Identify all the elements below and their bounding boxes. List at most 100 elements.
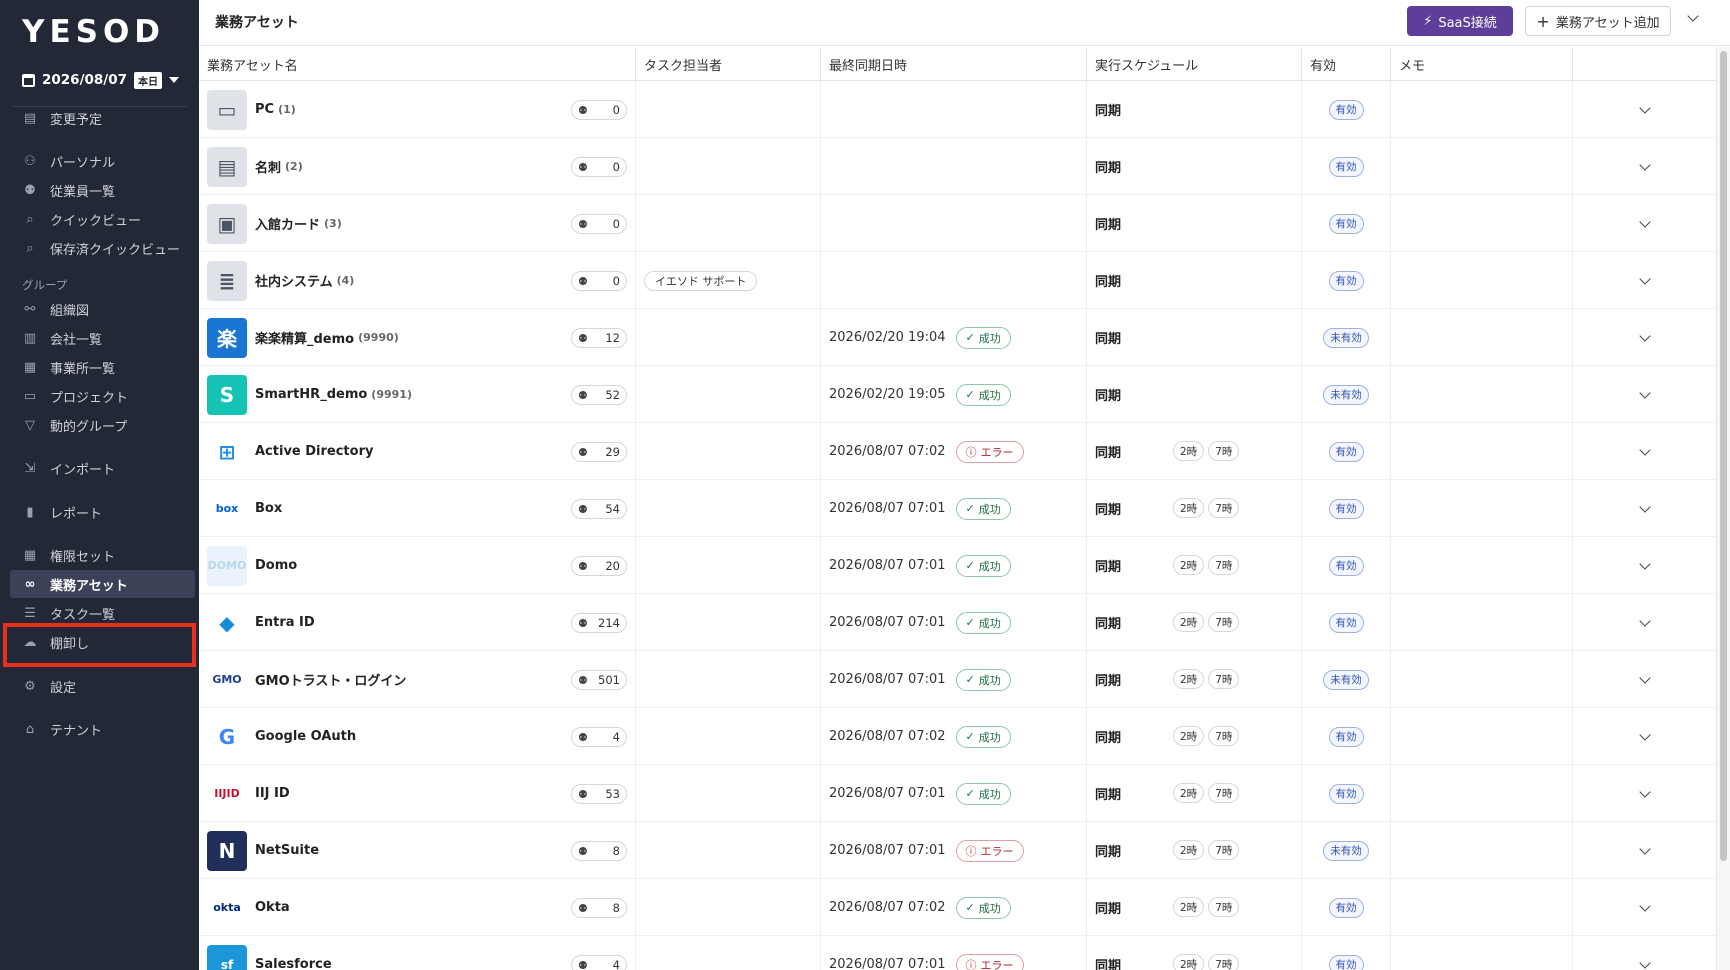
sidebar-item-5[interactable]: ⚯ 組織図 bbox=[10, 295, 195, 323]
assignee-badge[interactable]: イエソド サポート bbox=[644, 270, 758, 291]
table-row[interactable]: GMO GMOトラスト・ログイン ⚉ 501 2026/08/07 07:01 ✓ 成功 同期… bbox=[199, 651, 1716, 708]
asset-name[interactable]: IIJ ID bbox=[255, 786, 290, 801]
sync-status-badge[interactable]: ✓ 成功 bbox=[955, 668, 1011, 691]
sidebar-item-13[interactable]: ∞ 業務アセット bbox=[10, 570, 195, 598]
table-row[interactable]: ⊞ Active Directory ⚉ 29 2026/08/07 07:02 ⓘ エラー… bbox=[199, 423, 1716, 480]
sidebar-item-7[interactable]: ▦ 事業所一覧 bbox=[10, 353, 195, 381]
chevron-down-icon[interactable] bbox=[1638, 443, 1651, 456]
asset-name[interactable]: PC bbox=[255, 102, 274, 117]
asset-name[interactable]: 入館カード bbox=[255, 214, 320, 233]
asset-name[interactable]: Entra ID bbox=[255, 615, 315, 630]
sync-status-badge[interactable]: ✓ 成功 bbox=[955, 326, 1011, 349]
sync-status-badge[interactable]: ✓ 成功 bbox=[955, 782, 1011, 805]
table-row[interactable]: box Box ⚉ 54 2026/08/07 07:01 ✓ 成功 同期 2時 7時 有効 bbox=[199, 480, 1716, 537]
chevron-down-icon[interactable] bbox=[1638, 329, 1651, 342]
column-header[interactable]: タスク担当者 bbox=[635, 47, 820, 81]
memo-cell[interactable] bbox=[1390, 252, 1572, 309]
sidebar-item-3[interactable]: ⌕ クイックビュー bbox=[10, 205, 195, 233]
chevron-down-icon[interactable] bbox=[1638, 899, 1651, 912]
column-header[interactable]: 有効 bbox=[1301, 47, 1390, 81]
column-header[interactable]: 最終同期日時 bbox=[820, 47, 1086, 81]
sidebar-item-8[interactable]: ▭ プロジェクト bbox=[10, 382, 195, 410]
chevron-down-icon[interactable] bbox=[1638, 557, 1651, 570]
table-row[interactable]: G Google OAuth ⚉ 4 2026/08/07 07:02 ✓ 成功 同期 2時 7時… bbox=[199, 708, 1716, 765]
memo-cell[interactable] bbox=[1390, 537, 1572, 594]
scrollbar-thumb[interactable] bbox=[1720, 51, 1727, 861]
column-header[interactable]: 業務アセット名 bbox=[199, 47, 635, 81]
date-selector[interactable]: 2026/08/07 本日 bbox=[22, 68, 180, 92]
table-row[interactable]: DOMO Domo ⚉ 20 2026/08/07 07:01 ✓ 成功 同期 2時 7時 有効 bbox=[199, 537, 1716, 594]
sidebar-item-2[interactable]: ⚉ 従業員一覧 bbox=[10, 176, 195, 204]
user-count-badge[interactable]: ⚉ 0 bbox=[571, 271, 627, 291]
table-row[interactable]: ▣ 入館カード (3) ⚉ 0 同期 有効 bbox=[199, 195, 1716, 252]
sidebar-item-17[interactable]: ⌂ テナント bbox=[10, 715, 195, 743]
memo-cell[interactable] bbox=[1390, 879, 1572, 936]
sync-status-badge[interactable]: ✓ 成功 bbox=[955, 725, 1011, 748]
sync-status-badge[interactable]: ✓ 成功 bbox=[955, 554, 1011, 577]
sidebar-item-4[interactable]: ⌕ 保存済クイックビュー bbox=[10, 234, 195, 262]
chevron-down-icon[interactable] bbox=[1638, 386, 1651, 399]
user-count-badge[interactable]: ⚉ 8 bbox=[571, 898, 627, 918]
add-asset-button[interactable]: + 業務アセット追加 bbox=[1525, 6, 1671, 36]
expand-cell[interactable] bbox=[1572, 195, 1716, 252]
chevron-down-icon[interactable] bbox=[1638, 842, 1651, 855]
sync-status-badge[interactable]: ✓ 成功 bbox=[955, 497, 1011, 520]
expand-cell[interactable] bbox=[1572, 138, 1716, 195]
table-row[interactable]: ▤ 名刺 (2) ⚉ 0 同期 有効 bbox=[199, 138, 1716, 195]
memo-cell[interactable] bbox=[1390, 366, 1572, 423]
sidebar-item-1[interactable]: ⚇ パーソナル bbox=[10, 147, 195, 175]
table-row[interactable]: ≣ 社内システム (4) ⚉ 0 イエソド サポート 同期 有効 bbox=[199, 252, 1716, 309]
chevron-down-icon[interactable] bbox=[1638, 158, 1651, 171]
asset-name[interactable]: Active Directory bbox=[255, 444, 373, 459]
sidebar-item-10[interactable]: ⇲ インポート bbox=[10, 454, 195, 482]
expand-cell[interactable] bbox=[1572, 936, 1716, 970]
sync-status-badge[interactable]: ⓘ エラー bbox=[955, 839, 1024, 862]
user-count-badge[interactable]: ⚉ 20 bbox=[571, 556, 627, 576]
expand-cell[interactable] bbox=[1572, 537, 1716, 594]
sidebar-item-12[interactable]: ▦ 権限セット bbox=[10, 541, 195, 569]
user-count-badge[interactable]: ⚉ 29 bbox=[571, 442, 627, 462]
sidebar-item-11[interactable]: ▮ レポート bbox=[10, 498, 195, 526]
expand-cell[interactable] bbox=[1572, 423, 1716, 480]
memo-cell[interactable] bbox=[1390, 708, 1572, 765]
user-count-badge[interactable]: ⚉ 0 bbox=[571, 157, 627, 177]
sidebar-item-0[interactable]: ▤ 変更予定 bbox=[10, 104, 195, 132]
sidebar-item-16[interactable]: ⚙ 設定 bbox=[10, 672, 195, 700]
user-count-badge[interactable]: ⚉ 4 bbox=[571, 727, 627, 747]
expand-cell[interactable] bbox=[1572, 765, 1716, 822]
sync-status-badge[interactable]: ✓ 成功 bbox=[955, 896, 1011, 919]
sidebar-item-15[interactable]: ☁ 棚卸し bbox=[10, 628, 195, 656]
chevron-down-icon[interactable] bbox=[1638, 215, 1651, 228]
chevron-down-icon[interactable] bbox=[1638, 785, 1651, 798]
user-count-badge[interactable]: ⚉ 52 bbox=[571, 385, 627, 405]
table-row[interactable]: IIJID IIJ ID ⚉ 53 2026/08/07 07:01 ✓ 成功 同期 2時 7時 有… bbox=[199, 765, 1716, 822]
memo-cell[interactable] bbox=[1390, 138, 1572, 195]
table-row[interactable]: S SmartHR_demo (9991) ⚉ 52 2026/02/20 19:05 ✓ 成… bbox=[199, 366, 1716, 423]
expand-cell[interactable] bbox=[1572, 252, 1716, 309]
user-count-badge[interactable]: ⚉ 501 bbox=[571, 670, 627, 690]
column-header[interactable]: 実行スケジュール bbox=[1086, 47, 1301, 81]
expand-cell[interactable] bbox=[1572, 822, 1716, 879]
chevron-down-icon[interactable] bbox=[1638, 272, 1651, 285]
chevron-down-icon[interactable] bbox=[1638, 101, 1651, 114]
user-count-badge[interactable]: ⚉ 0 bbox=[571, 214, 627, 234]
asset-name[interactable]: Google OAuth bbox=[255, 729, 356, 744]
memo-cell[interactable] bbox=[1390, 822, 1572, 879]
table-row[interactable]: okta Okta ⚉ 8 2026/08/07 07:02 ✓ 成功 同期 2時 7時 有効 bbox=[199, 879, 1716, 936]
column-header[interactable]: メモ bbox=[1390, 47, 1572, 81]
chevron-down-icon[interactable] bbox=[1638, 728, 1651, 741]
saas-connect-button[interactable]: ⚡ SaaS接続 bbox=[1407, 6, 1513, 36]
asset-name[interactable]: 楽楽精算_demo bbox=[255, 328, 354, 347]
user-count-badge[interactable]: ⚉ 0 bbox=[571, 100, 627, 120]
user-count-badge[interactable]: ⚉ 53 bbox=[571, 784, 627, 804]
expand-cell[interactable] bbox=[1572, 594, 1716, 651]
memo-cell[interactable] bbox=[1390, 195, 1572, 252]
sync-status-badge[interactable]: ⓘ エラー bbox=[955, 440, 1024, 463]
asset-name[interactable]: Domo bbox=[255, 558, 297, 573]
memo-cell[interactable] bbox=[1390, 423, 1572, 480]
memo-cell[interactable] bbox=[1390, 81, 1572, 138]
sidebar-item-14[interactable]: ☰ タスク一覧 bbox=[10, 599, 195, 627]
chevron-down-icon[interactable] bbox=[1638, 500, 1651, 513]
table-row[interactable]: ◆ Entra ID ⚉ 214 2026/08/07 07:01 ✓ 成功 同期 2時 7時 有効 bbox=[199, 594, 1716, 651]
expand-cell[interactable] bbox=[1572, 708, 1716, 765]
